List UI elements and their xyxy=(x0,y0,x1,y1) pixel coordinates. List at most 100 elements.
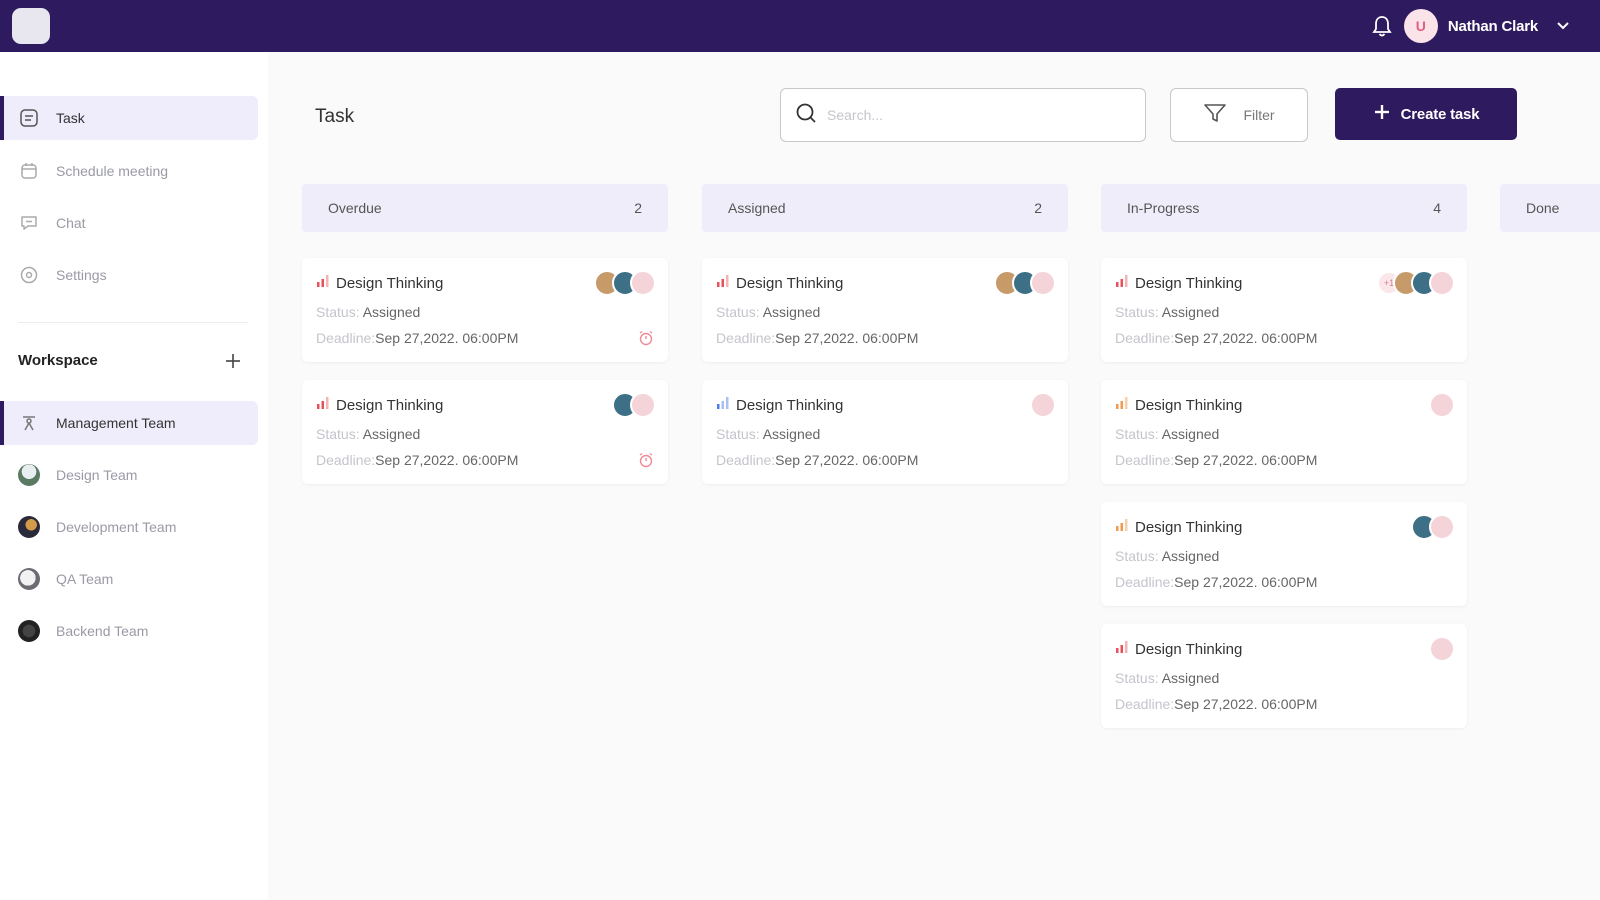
avatar xyxy=(1030,392,1056,418)
task-card[interactable]: Design Thinking Status: Assigned Deadlin… xyxy=(1101,502,1467,606)
sidebar-item-label: Task xyxy=(56,110,85,126)
chat-icon xyxy=(18,212,40,234)
status-label: Status: xyxy=(716,304,760,320)
sidebar-item-chat[interactable]: Chat xyxy=(4,201,258,245)
task-card[interactable]: Design Thinking Status: Assigned Deadlin… xyxy=(1101,624,1467,728)
assignee-avatars[interactable] xyxy=(612,392,656,418)
filter-icon xyxy=(1203,102,1227,129)
deadline-value: Sep 27,2022. 06:00PM xyxy=(775,330,919,346)
plus-icon xyxy=(1373,103,1391,126)
column-header-overdue: Overdue 2 xyxy=(302,184,668,232)
assignee-avatars[interactable] xyxy=(994,270,1056,296)
bell-icon[interactable] xyxy=(1370,14,1394,38)
filter-button[interactable]: Filter xyxy=(1170,88,1308,142)
status-value: Assigned xyxy=(762,304,821,320)
priority-bars-icon xyxy=(716,396,730,414)
alarm-icon xyxy=(638,452,654,468)
deadline-value: Sep 27,2022. 06:00PM xyxy=(1174,696,1318,712)
column-count: 2 xyxy=(1034,200,1042,216)
avatar xyxy=(1429,392,1455,418)
plus-icon[interactable] xyxy=(222,350,244,372)
task-icon xyxy=(18,107,40,129)
task-title: Design Thinking xyxy=(336,274,444,292)
task-card[interactable]: Design Thinking Status: Assigned Deadlin… xyxy=(702,258,1068,362)
deadline-value: Sep 27,2022. 06:00PM xyxy=(775,452,919,468)
sidebar-item-label: Backend Team xyxy=(56,623,149,639)
assignee-avatars[interactable] xyxy=(1030,392,1056,418)
priority-bars-icon xyxy=(716,274,730,292)
chevron-down-icon[interactable] xyxy=(1554,17,1572,35)
status-value: Assigned xyxy=(1161,304,1220,320)
filter-label: Filter xyxy=(1243,107,1275,123)
column-title: Overdue xyxy=(328,200,382,216)
user-name[interactable]: Nathan Clark xyxy=(1448,18,1538,35)
deadline-value: Sep 27,2022. 06:00PM xyxy=(1174,452,1318,468)
avatar[interactable]: U xyxy=(1403,9,1438,43)
assignee-avatars[interactable] xyxy=(1429,636,1455,662)
settings-icon xyxy=(18,264,40,286)
sidebar-item-design-team[interactable]: Design Team xyxy=(4,453,258,497)
deadline-label: Deadline: xyxy=(1115,696,1175,712)
sidebar: Task Schedule meeting Chat Settings Work… xyxy=(0,52,268,900)
task-card[interactable]: Design Thinking Status: Assigned Deadlin… xyxy=(702,380,1068,484)
sidebar-item-label: Management Team xyxy=(56,415,176,431)
status-label: Status: xyxy=(316,304,360,320)
priority-bars-icon xyxy=(1115,396,1129,414)
task-card[interactable]: Design Thinking Status: Assigned Deadlin… xyxy=(1101,380,1467,484)
team-avatar xyxy=(18,464,40,486)
task-card[interactable]: Design Thinking +1 Status: Assigned Dead… xyxy=(1101,258,1467,362)
create-task-button[interactable]: Create task xyxy=(1335,88,1517,140)
task-card[interactable]: Design Thinking Status: Assigned Deadlin… xyxy=(302,380,668,484)
assignee-avatars[interactable]: +1 xyxy=(1377,270,1455,296)
search-icon xyxy=(795,102,817,129)
status-value: Assigned xyxy=(762,426,821,442)
create-task-label: Create task xyxy=(1400,105,1480,123)
column-header-done: Done xyxy=(1500,184,1600,232)
sidebar-item-qa-team[interactable]: QA Team xyxy=(4,557,258,601)
assignee-avatars[interactable] xyxy=(594,270,656,296)
sidebar-item-schedule-meeting[interactable]: Schedule meeting xyxy=(4,149,258,193)
avatar xyxy=(630,392,656,418)
column-header-in-progress: In-Progress 4 xyxy=(1101,184,1467,232)
status-label: Status: xyxy=(1115,304,1159,320)
task-card[interactable]: Design Thinking Status: Assigned Deadlin… xyxy=(302,258,668,362)
status-label: Status: xyxy=(1115,670,1159,686)
sidebar-item-backend-team[interactable]: Backend Team xyxy=(4,609,258,653)
sidebar-item-label: Chat xyxy=(56,215,86,231)
search-box[interactable] xyxy=(780,88,1146,142)
sidebar-item-development-team[interactable]: Development Team xyxy=(4,505,258,549)
avatar xyxy=(1030,270,1056,296)
task-title: Design Thinking xyxy=(336,396,444,414)
app-logo[interactable] xyxy=(12,8,50,44)
team-avatar xyxy=(18,620,40,642)
avatar xyxy=(1429,270,1455,296)
user-area: U Nathan Clark xyxy=(1370,9,1572,43)
search-input[interactable] xyxy=(827,107,1127,123)
deadline-label: Deadline: xyxy=(1115,330,1175,346)
deadline-value: Sep 27,2022. 06:00PM xyxy=(375,330,519,346)
sidebar-item-settings[interactable]: Settings xyxy=(4,253,258,297)
team-avatar xyxy=(18,568,40,590)
task-title: Design Thinking xyxy=(1135,640,1243,658)
column-header-assigned: Assigned 2 xyxy=(702,184,1068,232)
divider xyxy=(18,322,248,323)
sidebar-item-task[interactable]: Task xyxy=(0,96,258,140)
task-title: Design Thinking xyxy=(736,396,844,414)
column-count: 2 xyxy=(634,200,642,216)
sidebar-item-management-team[interactable]: Management Team xyxy=(0,401,258,445)
task-title: Design Thinking xyxy=(1135,396,1243,414)
team-avatar xyxy=(18,516,40,538)
priority-bars-icon xyxy=(1115,274,1129,292)
task-title: Design Thinking xyxy=(1135,518,1243,536)
status-label: Status: xyxy=(316,426,360,442)
deadline-value: Sep 27,2022. 06:00PM xyxy=(1174,330,1318,346)
assignee-avatars[interactable] xyxy=(1429,392,1455,418)
assignee-avatars[interactable] xyxy=(1411,514,1455,540)
status-value: Assigned xyxy=(1161,670,1220,686)
avatar xyxy=(630,270,656,296)
page-title: Task xyxy=(315,106,355,127)
status-label: Status: xyxy=(716,426,760,442)
deadline-label: Deadline: xyxy=(1115,574,1175,590)
status-label: Status: xyxy=(1115,548,1159,564)
sidebar-item-label: Design Team xyxy=(56,467,138,483)
